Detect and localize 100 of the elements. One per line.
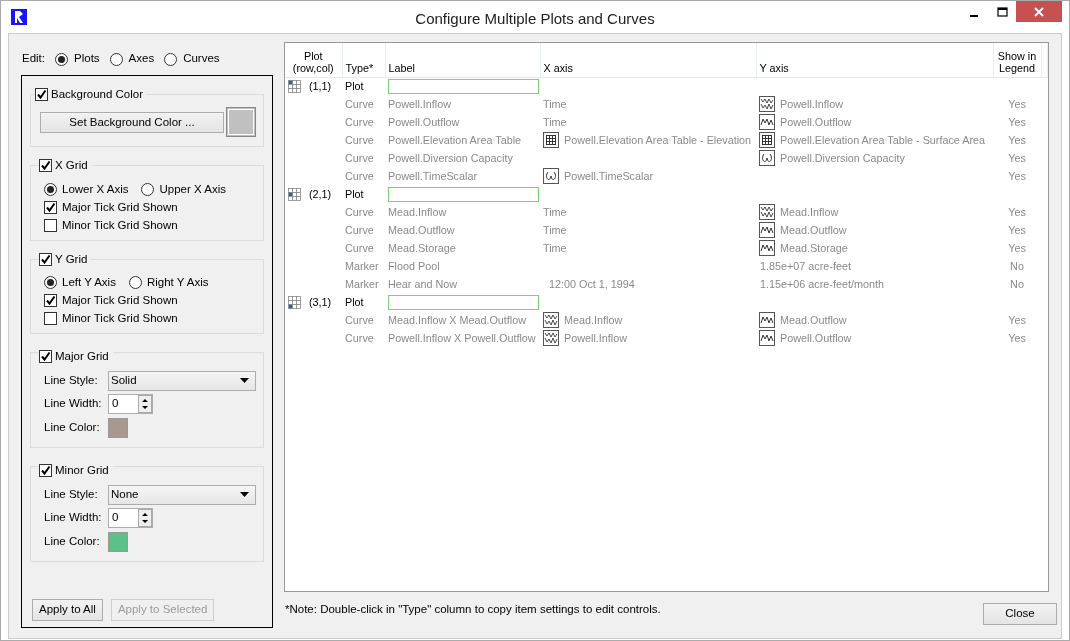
legend-value: Yes (1008, 205, 1026, 218)
set-color-button[interactable]: Set Background Color ... (40, 111, 224, 133)
group-title: Y Grid (55, 251, 88, 267)
spinner-arrows-icon (138, 394, 152, 413)
row-type: Curve (344, 132, 375, 148)
axis-value: Powell.Elevation Area Table - Surface Area (780, 132, 986, 148)
axis-value: Mead.Outflow (780, 222, 847, 238)
legend-value: Yes (1008, 331, 1026, 344)
plot-position: (1,1) (309, 79, 332, 95)
plot-position: (2,1) (309, 186, 332, 202)
row-type: Curve (344, 150, 375, 166)
radio-button[interactable] (109, 52, 123, 66)
axis-value: Time (543, 222, 567, 238)
multi-line-chart-icon (759, 204, 775, 220)
line-chart-icon (759, 222, 775, 238)
multi-line-chart-icon (759, 96, 775, 112)
line-style-dropdown[interactable]: Solid (108, 370, 256, 391)
color-swatch[interactable] (108, 417, 128, 438)
row-label: Powell.Elevation Area Table (387, 132, 523, 148)
minimize-icon (970, 14, 978, 17)
checkbox[interactable] (44, 312, 57, 326)
checkbox-label: Minor Tick Grid Shown (62, 311, 178, 327)
edit-label: Edit: (22, 51, 45, 67)
line-width-spinner[interactable]: 0 (108, 507, 153, 528)
checkbox-label: Minor Tick Grid Shown (62, 217, 178, 233)
app-logo-icon (11, 9, 27, 25)
row-label: Powell.Outflow (387, 114, 461, 130)
radio-button[interactable] (141, 183, 155, 196)
checkbox[interactable] (39, 159, 52, 173)
plot-grid-icon (288, 295, 301, 309)
legend-value: Yes (1008, 169, 1026, 182)
field-label: Line Color: (44, 419, 101, 435)
line-chart-icon (759, 114, 775, 130)
maximize-icon (996, 6, 1008, 17)
radio-label: Left Y Axis (62, 275, 116, 291)
axis-value: Mead.Inflow (564, 312, 623, 328)
axis-value: Time (543, 204, 567, 220)
axis-value: Powell.Diversion Capacity (780, 150, 905, 166)
legend-value: Yes (1008, 115, 1026, 128)
checkbox[interactable] (44, 201, 57, 214)
group-title: Background Color (51, 87, 144, 102)
label-field[interactable] (388, 186, 539, 202)
label-field[interactable] (388, 294, 539, 310)
row-type: Plot (344, 186, 365, 202)
close-button[interactable] (1016, 1, 1062, 22)
radio-button[interactable] (44, 183, 57, 196)
field-label: Line Style: (44, 372, 99, 388)
axis-value: 1.85e+07 acre-feet (759, 258, 851, 274)
curve-symbol-icon (759, 150, 775, 166)
color-swatch[interactable] (108, 531, 128, 552)
multi-line-chart-icon (543, 330, 559, 346)
axis-value: Time (543, 96, 567, 112)
label-field[interactable] (388, 78, 539, 94)
field-label: Line Width: (44, 510, 103, 526)
line-style-dropdown[interactable]: None (108, 484, 256, 505)
legend-value: No (1010, 259, 1024, 272)
caret-icon (240, 377, 249, 384)
spinner-arrows-icon (138, 508, 152, 527)
multi-line-chart-icon (543, 312, 559, 328)
note-text: *Note: Double-click in "Type" column to copy item settings to edit controls. (285, 602, 661, 618)
radio-button[interactable] (44, 276, 57, 290)
radio-button[interactable] (55, 52, 68, 66)
close-dialog-button[interactable]: Close (983, 603, 1057, 625)
group-title: Major Grid (55, 348, 109, 364)
field-label: Line Style: (44, 487, 99, 503)
line-chart-icon (759, 330, 775, 346)
table-grid-icon (759, 132, 775, 148)
row-label: Powell.TimeScalar (387, 168, 478, 184)
checkbox[interactable] (44, 294, 57, 308)
row-label: Powell.Diversion Capacity (387, 150, 514, 166)
row-label: Mead.Inflow X Mead.Outflow (387, 312, 528, 328)
window-title: Configure Multiple Plots and Curves (415, 9, 655, 29)
line-chart-icon (759, 312, 775, 328)
checkbox[interactable] (35, 88, 48, 102)
checkbox-label: Major Tick Grid Shown (62, 199, 178, 215)
checkbox[interactable] (39, 252, 52, 266)
apply-button[interactable]: Apply to All (32, 599, 103, 621)
column-header: Show in Legend (993, 43, 1041, 77)
group-title: Minor Grid (55, 463, 109, 478)
axis-value: Powell.Inflow (564, 330, 627, 346)
line-width-spinner[interactable]: 0 (108, 393, 153, 414)
legend-value: Yes (1008, 241, 1026, 254)
column-header: Plot (row,col) (285, 43, 342, 77)
axis-value: Powell.Inflow (780, 96, 843, 112)
row-type: Curve (344, 312, 375, 328)
radio-button[interactable] (164, 52, 178, 66)
axis-value: 12:00 Oct 1, 1994 (548, 276, 635, 292)
radio-button[interactable] (128, 276, 142, 290)
row-type: Curve (344, 114, 375, 130)
radio-label: Plots (74, 51, 100, 67)
checkbox[interactable] (44, 219, 57, 232)
radio-label: Right Y Axis (146, 275, 209, 291)
legend-value: No (1010, 277, 1024, 290)
plot-grid-icon (288, 79, 301, 93)
checkbox[interactable] (39, 349, 52, 363)
axis-value: Mead.Inflow (780, 204, 839, 220)
row-type: Plot (344, 294, 365, 310)
close-icon (1034, 6, 1044, 17)
checkbox[interactable] (39, 464, 52, 478)
row-type: Curve (344, 204, 375, 220)
